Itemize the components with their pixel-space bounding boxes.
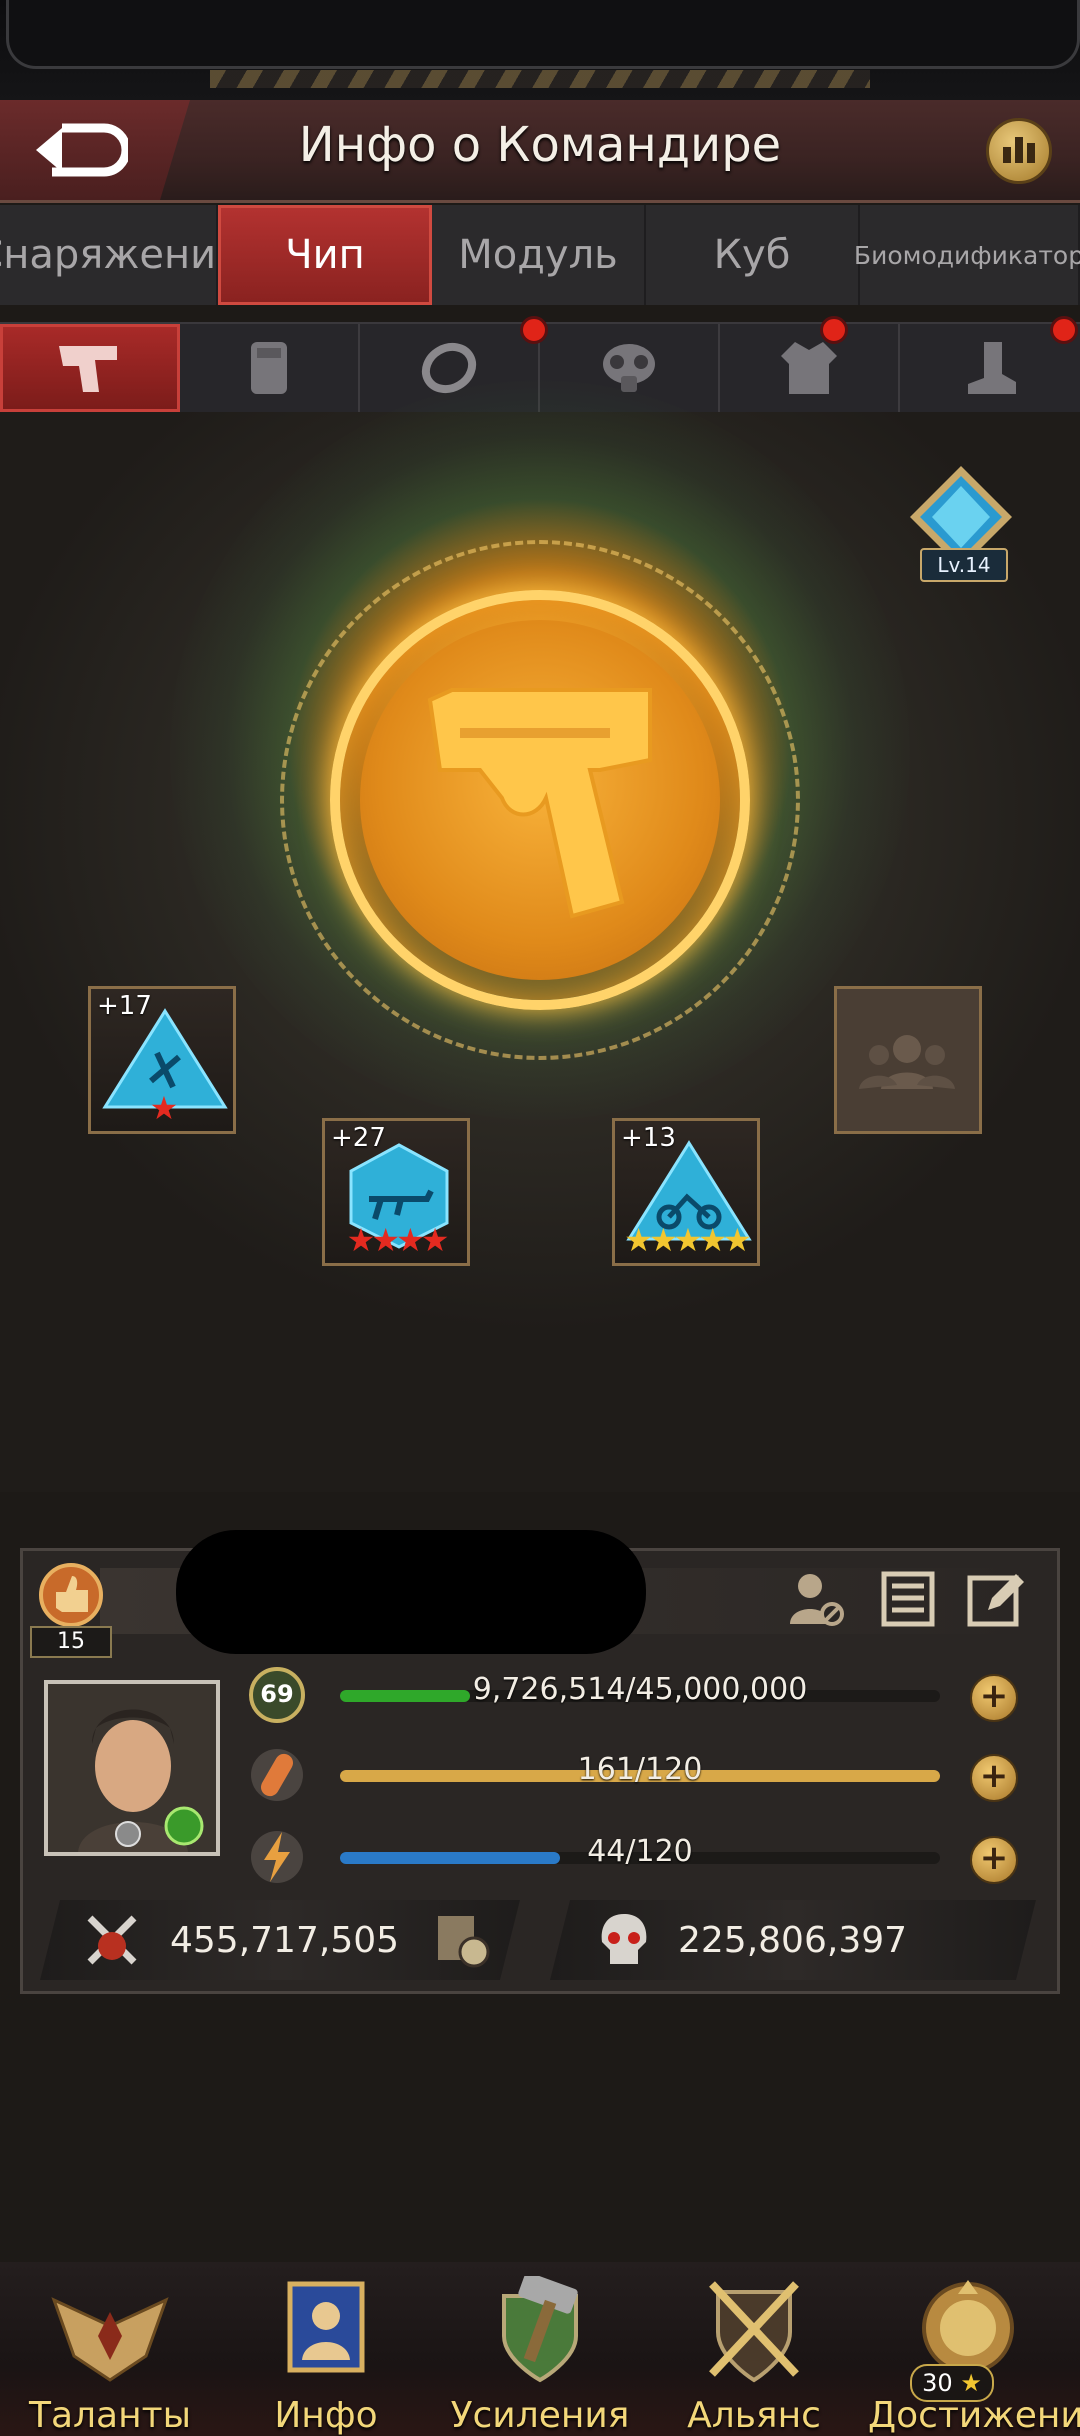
slot-vest[interactable]: [180, 324, 360, 412]
lightning-icon: [251, 1831, 303, 1883]
add-energy-button[interactable]: +: [970, 1836, 1018, 1884]
exp-row: 69 9,726,514/45,000,000 +: [240, 1664, 1030, 1724]
commander-power-badge[interactable]: [32, 1560, 110, 1630]
crossed-swords-shield-icon: [709, 2281, 799, 2383]
tab-bar: Снаряжение Чип Модуль Куб Биомодификатор: [0, 205, 1080, 305]
jacket-icon: [781, 342, 837, 394]
power-stat: 455,717,505: [40, 1900, 520, 1980]
kills-value: 225,806,397: [678, 1920, 908, 1961]
tab-cube[interactable]: Куб: [646, 205, 860, 305]
tab-biomodifier[interactable]: Биомодификатор: [854, 205, 1080, 305]
top-frame: [0, 0, 1080, 100]
chip-stars: ★★★★: [346, 1221, 450, 1259]
chip-slot-1[interactable]: +17 ★: [88, 986, 236, 1134]
nav-label: Инфо: [274, 2395, 378, 2436]
nav-label: Альянс: [687, 2395, 821, 2436]
block-user-button[interactable]: [786, 1568, 846, 1628]
chip-core[interactable]: [360, 620, 720, 980]
commander-level-badge: 69: [246, 1664, 308, 1726]
slot-jacket[interactable]: [720, 316, 900, 412]
energy-value: 44/120: [587, 1834, 693, 1869]
tab-module[interactable]: Модуль: [432, 205, 646, 305]
add-exp-button[interactable]: +: [970, 1674, 1018, 1722]
hammer-shield-icon: [502, 2276, 578, 2383]
chip-slot-2[interactable]: +27 ★★★★: [322, 1118, 470, 1266]
add-stamina-button[interactable]: +: [970, 1754, 1018, 1802]
skull-icon: [594, 1910, 654, 1970]
achievement-count: 30: [922, 2369, 953, 2397]
power-value: 455,717,505: [170, 1920, 400, 1961]
slot-pistol[interactable]: [0, 324, 180, 412]
user-block-icon: [790, 1574, 844, 1626]
slot-boot[interactable]: [900, 316, 1080, 412]
redacted-name: [176, 1530, 646, 1654]
nav-label: Усиления: [450, 2395, 630, 2436]
stamina-icon: [246, 1744, 308, 1806]
power-history-icon[interactable]: [432, 1910, 492, 1970]
commander-power-level: 15: [30, 1626, 112, 1658]
commander-avatar[interactable]: [44, 1680, 220, 1856]
chip-stars: ★: [149, 1089, 179, 1127]
crossed-swords-icon: [82, 1910, 142, 1970]
alert-dot: [1050, 316, 1078, 344]
chip-slot-empty[interactable]: [834, 986, 982, 1134]
stamina-value: 161/120: [577, 1752, 703, 1787]
exp-value: 9,726,514/45,000,000: [472, 1672, 808, 1707]
nav-achievements[interactable]: Достижение: [868, 2276, 1080, 2436]
eagle-wings-icon: [51, 2297, 169, 2382]
commander-portrait: [48, 1684, 216, 1852]
stamina-pill-icon: [251, 1749, 303, 1801]
energy-row: 44/120 +: [240, 1826, 1030, 1886]
stamina-row: 161/120 +: [240, 1744, 1030, 1804]
edit-button[interactable]: [966, 1568, 1026, 1628]
chip-slot-3[interactable]: +13 ★★★★★: [612, 1118, 760, 1266]
kills-stat: 225,806,397: [550, 1900, 1036, 1980]
boot-icon: [968, 342, 1016, 394]
tab-equipment[interactable]: Снаряжение: [0, 205, 241, 305]
nav-info[interactable]: Инфо: [226, 2276, 426, 2436]
chip-stars: ★★★★★: [624, 1221, 751, 1259]
document-list-icon: [881, 1571, 935, 1627]
stats-button[interactable]: [986, 118, 1052, 184]
page-title: Инфо о Командире: [298, 117, 782, 173]
star-icon: ★: [952, 2369, 982, 2397]
thumbs-up-icon: [39, 1563, 103, 1627]
vest-icon: [251, 342, 287, 394]
core-level-label: Lv.14: [920, 548, 1008, 582]
nav-label: Таланты: [28, 2395, 192, 2436]
nav-alliance[interactable]: Альянс: [654, 2276, 854, 2436]
edit-pencil-icon: [967, 1574, 1024, 1627]
tab-chip[interactable]: Чип: [218, 205, 432, 305]
bar-chart-icon: [1003, 147, 1011, 163]
group-silhouette-icon: [859, 1035, 955, 1089]
achievement-count-badge: 30 ★: [910, 2364, 994, 2402]
commander-info-icon: [287, 2281, 365, 2373]
nav-boosts[interactable]: Усиления: [440, 2276, 640, 2436]
energy-icon: [246, 1826, 308, 1888]
commander-level: 69: [260, 1680, 294, 1708]
pistol-icon: [59, 346, 117, 392]
alert-dot: [820, 316, 848, 344]
pistol-core-icon: [427, 688, 652, 919]
details-button[interactable]: [878, 1568, 938, 1628]
nav-talents[interactable]: Таланты: [10, 2276, 210, 2436]
back-arrow-icon: [36, 123, 128, 177]
